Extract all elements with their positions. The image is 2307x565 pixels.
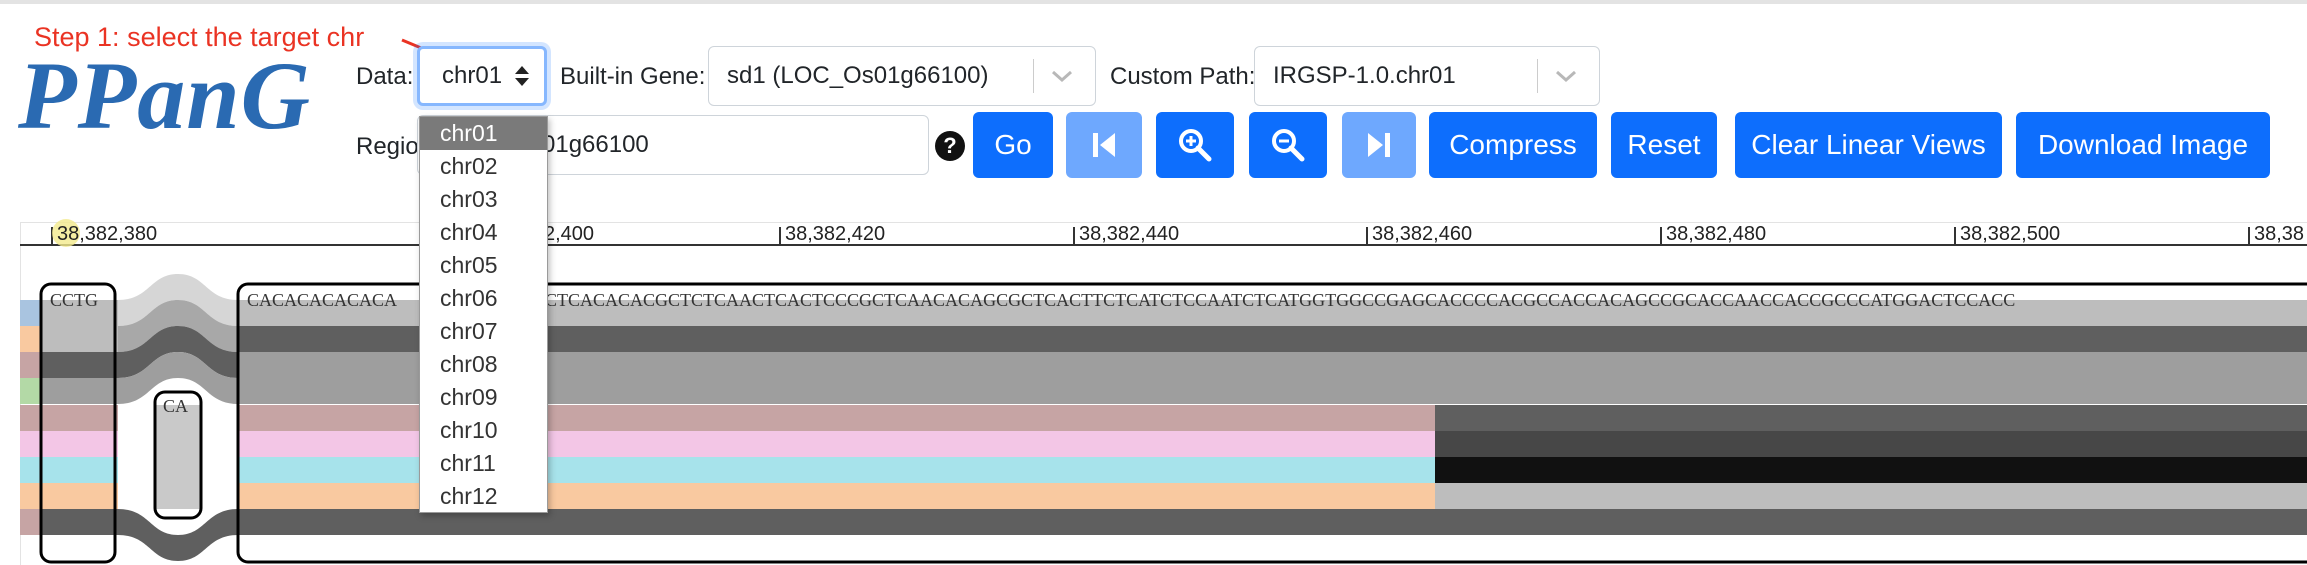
path-select-separator [1537,59,1538,93]
help-icon[interactable]: ? [935,131,965,161]
node-label: CCTG [50,290,98,310]
data-select-value: chr01 [442,62,503,89]
gene-select-separator [1033,59,1034,93]
ruler-label: 38,382,500 [1960,223,2061,245]
clear-linear-views-button[interactable]: Clear Linear Views [1735,112,2002,178]
data-select[interactable]: chr01 [417,46,547,106]
download-image-button[interactable]: Download Image [2016,112,2270,178]
dropdown-option[interactable]: chr10 [420,414,547,447]
dropdown-option[interactable]: chr05 [420,249,547,282]
sort-arrows-icon [515,66,529,86]
dropdown-option[interactable]: chr12 [420,480,547,513]
path-track [1435,483,2307,509]
data-label: Data: [356,63,414,90]
go-button[interactable]: Go [973,112,1053,178]
region-input-value: 01g66100 [542,131,649,158]
path-label: Custom Path: [1110,63,1256,90]
last-button[interactable] [1342,112,1416,178]
chr-dropdown-list[interactable]: chr01 chr02 chr03 chr04 chr05 chr06 chr0… [419,116,548,513]
ruler-label: 38,382,480 [1666,223,1767,245]
ruler-label: 38,382,440 [1079,223,1180,245]
path-select-value: IRGSP-1.0.chr01 [1273,62,1456,89]
gene-select[interactable]: sd1 (LOC_Os01g66100) [708,46,1096,106]
path-track [20,509,2307,535]
node-label: CACACACACACA [247,290,397,310]
dropdown-option[interactable]: chr03 [420,183,547,216]
zoom-out-icon [1272,129,1305,162]
chevron-down-icon[interactable] [1555,69,1577,83]
path-track [20,326,2307,352]
dropdown-option[interactable]: chr09 [420,381,547,414]
ruler-label: 38,382,460 [1372,223,1473,245]
reset-button[interactable]: Reset [1611,112,1717,178]
compress-button[interactable]: Compress [1429,112,1597,178]
skip-to-start-icon [1093,133,1115,157]
dropdown-option[interactable]: chr06 [420,282,547,315]
path-track [1435,405,2307,431]
dropdown-option[interactable]: chr01 [420,117,547,150]
ca-node-fill [156,405,200,509]
node-sequence: CTCACACACGCTCTCAACTCACTCCCGCTCAACACAGCGC… [545,290,2015,310]
ruler-label: 38,382,380 [57,223,158,245]
path-track [1435,457,2307,483]
ruler-label: 2,400 [544,223,595,245]
gene-select-value: sd1 (LOC_Os01g66100) [727,62,989,89]
gene-label: Built-in Gene: [560,63,706,90]
zoom-in-button[interactable] [1156,112,1234,178]
region-label: Regio [356,133,419,160]
dropdown-option[interactable]: chr07 [420,315,547,348]
dropdown-option[interactable]: chr11 [420,447,547,480]
path-track [20,352,2307,378]
ppang-logo: PPanG [18,42,311,149]
dropdown-option[interactable]: chr04 [420,216,547,249]
dropdown-option[interactable]: chr02 [420,150,547,183]
zoom-out-button[interactable] [1249,112,1327,178]
node-label: CA [163,396,188,416]
path-track [1435,431,2307,457]
chevron-down-icon[interactable] [1051,69,1073,83]
pangenome-graph[interactable]: CCTG CA CACACACACACA CTCACACACGCTCTCAACT… [0,250,2307,565]
ruler-label: 38,382,420 [785,223,886,245]
ruler-label: 38,38 [2254,223,2305,245]
first-button[interactable] [1066,112,1142,178]
skip-to-end-icon [1368,133,1390,157]
dropdown-option[interactable]: chr08 [420,348,547,381]
path-select[interactable]: IRGSP-1.0.chr01 [1254,46,1600,106]
zoom-in-icon [1179,129,1212,162]
